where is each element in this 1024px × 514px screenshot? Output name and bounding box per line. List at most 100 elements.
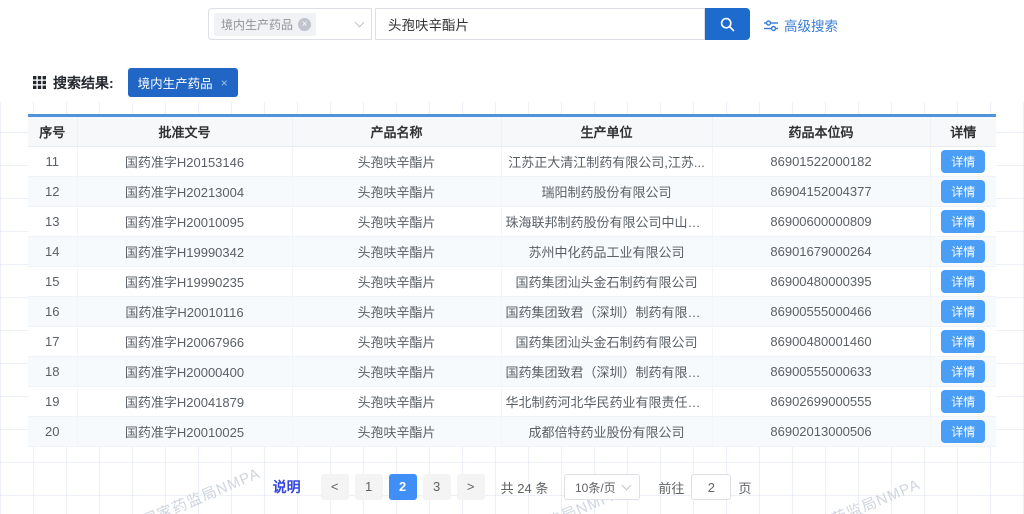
cell-no: 17 — [28, 327, 77, 357]
cell-product: 头孢呋辛酯片 — [292, 147, 501, 177]
results-label: 搜索结果: — [33, 73, 114, 93]
cell-no: 15 — [28, 267, 77, 297]
cell-code: 86900480001460 — [712, 327, 930, 357]
pager: < 123 > — [321, 474, 485, 500]
column-header-detail: 详情 — [930, 116, 996, 147]
cell-code: 86900600000809 — [712, 207, 930, 237]
table-row: 19国药准字H20041879头孢呋辛酯片华北制药河北华民药业有限责任公...8… — [28, 387, 996, 417]
cell-detail: 详情 — [930, 387, 996, 417]
cell-product: 头孢呋辛酯片 — [292, 297, 501, 327]
detail-button[interactable]: 详情 — [941, 210, 985, 233]
cell-detail: 详情 — [930, 297, 996, 327]
cell-approval: 国药准字H20041879 — [77, 387, 292, 417]
cell-detail: 详情 — [930, 237, 996, 267]
cell-manufacturer: 华北制药河北华民药业有限责任公... — [501, 387, 712, 417]
table-row: 14国药准字H19990342头孢呋辛酯片苏州中化药品工业有限公司8690167… — [28, 237, 996, 267]
column-header-no: 序号 — [28, 116, 77, 147]
filter-sliders-icon — [764, 19, 778, 32]
cell-detail: 详情 — [930, 207, 996, 237]
cell-manufacturer: 苏州中化药品工业有限公司 — [501, 237, 712, 267]
cell-code: 86900480000395 — [712, 267, 930, 297]
search-bar: 境内生产药品 × — [208, 8, 750, 40]
cell-approval: 国药准字H19990342 — [77, 237, 292, 267]
detail-button[interactable]: 详情 — [941, 150, 985, 173]
detail-button[interactable]: 详情 — [941, 270, 985, 293]
filter-tag-close-icon[interactable]: × — [221, 76, 228, 90]
note-link[interactable]: 说明 — [273, 477, 301, 497]
cell-approval: 国药准字H20067966 — [77, 327, 292, 357]
column-header-approval: 批准文号 — [77, 116, 292, 147]
page-button-3[interactable]: 3 — [423, 474, 451, 500]
cell-product: 头孢呋辛酯片 — [292, 387, 501, 417]
detail-button[interactable]: 详情 — [941, 330, 985, 353]
chevron-down-icon — [621, 481, 631, 491]
cell-detail: 详情 — [930, 177, 996, 207]
goto-page: 前往 页 — [658, 474, 751, 500]
search-input[interactable] — [375, 8, 705, 40]
next-page-button[interactable]: > — [457, 474, 485, 500]
detail-button[interactable]: 详情 — [941, 240, 985, 263]
cell-manufacturer: 成都倍特药业股份有限公司 — [501, 417, 712, 447]
cell-code: 86902013000506 — [712, 417, 930, 447]
table-header-row: 序号 批准文号 产品名称 生产单位 药品本位码 详情 — [28, 116, 996, 147]
cell-product: 头孢呋辛酯片 — [292, 327, 501, 357]
cell-manufacturer: 国药集团汕头金石制药有限公司 — [501, 327, 712, 357]
advanced-search-label: 高级搜索 — [784, 15, 838, 35]
detail-button[interactable]: 详情 — [941, 360, 985, 383]
page-button-1[interactable]: 1 — [355, 474, 383, 500]
cell-approval: 国药准字H20153146 — [77, 147, 292, 177]
goto-prefix-label: 前往 — [658, 478, 684, 497]
filter-tag-label: 境内生产药品 — [138, 73, 213, 92]
cell-manufacturer: 瑞阳制药股份有限公司 — [501, 177, 712, 207]
cell-manufacturer: 国药集团致君（深圳）制药有限公... — [501, 357, 712, 387]
table-row: 15国药准字H19990235头孢呋辛酯片国药集团汕头金石制药有限公司86900… — [28, 267, 996, 297]
pagination-bar: 说明 < 123 > 共 24 条 10条/页 前往 页 — [0, 474, 1024, 500]
table-row: 16国药准字H20010116头孢呋辛酯片国药集团致君（深圳）制药有限公...8… — [28, 297, 996, 327]
table-row: 13国药准字H20010095头孢呋辛酯片珠海联邦制药股份有限公司中山分...8… — [28, 207, 996, 237]
page-size-value: 10条/页 — [575, 479, 616, 496]
detail-button[interactable]: 详情 — [941, 300, 985, 323]
detail-button[interactable]: 详情 — [941, 390, 985, 413]
category-select[interactable]: 境内生产药品 × — [208, 8, 372, 40]
cell-manufacturer: 江苏正大清江制药有限公司,江苏... — [501, 147, 712, 177]
cell-no: 14 — [28, 237, 77, 267]
cell-approval: 国药准字H20213004 — [77, 177, 292, 207]
filter-tag[interactable]: 境内生产药品 × — [128, 68, 238, 97]
category-tag-close-icon[interactable]: × — [298, 18, 311, 31]
cell-product: 头孢呋辛酯片 — [292, 237, 501, 267]
results-table: 序号 批准文号 产品名称 生产单位 药品本位码 详情 11国药准字H201531… — [28, 114, 996, 447]
cell-no: 20 — [28, 417, 77, 447]
detail-button[interactable]: 详情 — [941, 180, 985, 203]
cell-approval: 国药准字H20000400 — [77, 357, 292, 387]
advanced-search-link[interactable]: 高级搜索 — [764, 15, 838, 35]
goto-suffix-label: 页 — [738, 478, 751, 497]
cell-product: 头孢呋辛酯片 — [292, 267, 501, 297]
table-row: 12国药准字H20213004头孢呋辛酯片瑞阳制药股份有限公司869041520… — [28, 177, 996, 207]
category-tag-label: 境内生产药品 — [221, 16, 293, 33]
grid-icon — [33, 76, 46, 89]
cell-detail: 详情 — [930, 357, 996, 387]
cell-approval: 国药准字H20010116 — [77, 297, 292, 327]
column-header-code: 药品本位码 — [712, 116, 930, 147]
results-bar: 搜索结果: 境内生产药品 × — [33, 68, 238, 97]
chevron-down-icon — [355, 18, 365, 28]
cell-no: 19 — [28, 387, 77, 417]
cell-no: 12 — [28, 177, 77, 207]
cell-product: 头孢呋辛酯片 — [292, 417, 501, 447]
cell-product: 头孢呋辛酯片 — [292, 177, 501, 207]
cell-code: 86900555000466 — [712, 297, 930, 327]
search-button[interactable] — [705, 8, 750, 40]
cell-no: 16 — [28, 297, 77, 327]
goto-page-input[interactable] — [691, 474, 731, 500]
cell-manufacturer: 国药集团汕头金石制药有限公司 — [501, 267, 712, 297]
table-row: 17国药准字H20067966头孢呋辛酯片国药集团汕头金石制药有限公司86900… — [28, 327, 996, 357]
column-header-manufacturer: 生产单位 — [501, 116, 712, 147]
page-button-2[interactable]: 2 — [389, 474, 417, 500]
prev-page-button[interactable]: < — [321, 474, 349, 500]
cell-no: 18 — [28, 357, 77, 387]
detail-button[interactable]: 详情 — [941, 420, 985, 443]
table-row: 11国药准字H20153146头孢呋辛酯片江苏正大清江制药有限公司,江苏...8… — [28, 147, 996, 177]
page-size-select[interactable]: 10条/页 — [564, 474, 640, 500]
cell-code: 86902699000555 — [712, 387, 930, 417]
cell-detail: 详情 — [930, 417, 996, 447]
